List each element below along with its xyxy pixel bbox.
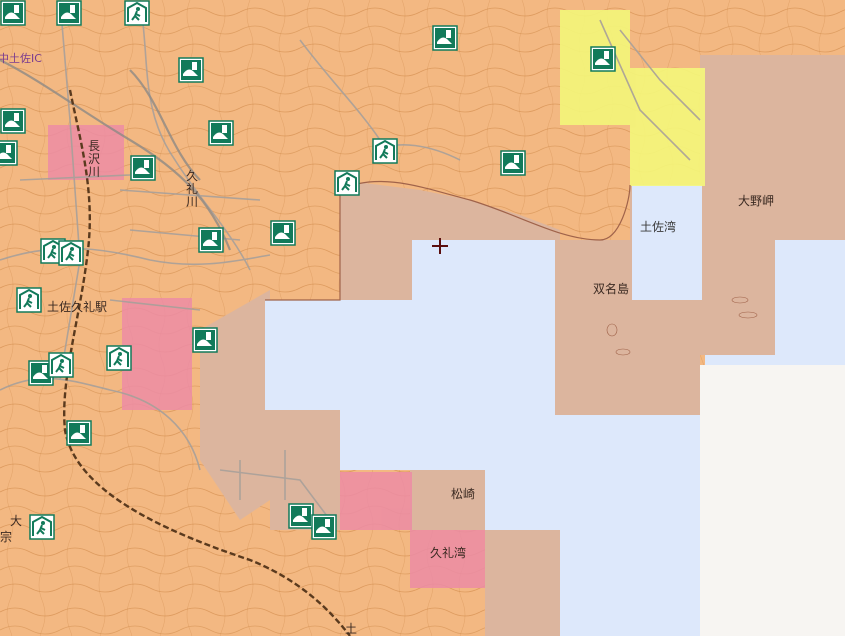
river-label-kure: 久礼川 [186, 169, 199, 209]
tsunami-evacuation-building-icon[interactable] [0, 140, 18, 166]
tsunami-evacuation-building-icon[interactable] [311, 514, 337, 540]
tsunami-evacuation-building-icon[interactable] [208, 120, 234, 146]
evacuation-shelter-icon[interactable] [106, 345, 132, 371]
place-label-matsuzaki: 松崎 [451, 487, 476, 501]
evacuation-shelter-icon[interactable] [334, 170, 360, 196]
evacuation-shelter-icon[interactable] [124, 0, 150, 26]
hazard-map[interactable]: 中土佐IC 長沢川 久礼川 土佐久礼駅 土佐湾 大野岬 双名島 松崎 久礼湾 大… [0, 0, 845, 636]
edge-label-town: 宗 [0, 530, 13, 544]
map-base-layer [0, 0, 845, 636]
evacuation-shelter-icon[interactable] [372, 138, 398, 164]
edge-label-o: 大 [10, 514, 23, 528]
bay-label-kure: 久礼湾 [430, 546, 467, 560]
cape-label-ono: 大野岬 [738, 194, 775, 208]
evacuation-shelter-icon[interactable] [29, 514, 55, 540]
crosshair-icon [431, 237, 449, 255]
tsunami-evacuation-building-icon[interactable] [432, 25, 458, 51]
tsunami-evacuation-building-icon[interactable] [56, 0, 82, 26]
tsunami-evacuation-building-icon[interactable] [178, 57, 204, 83]
tsunami-evacuation-building-icon[interactable] [500, 150, 526, 176]
tsunami-evacuation-building-icon[interactable] [0, 108, 26, 134]
ic-label: 中土佐IC [0, 52, 42, 65]
evacuation-shelter-icon[interactable] [16, 287, 42, 313]
tsunami-evacuation-building-icon[interactable] [590, 46, 616, 72]
tsunami-evacuation-building-icon[interactable] [192, 327, 218, 353]
tsunami-evacuation-building-icon[interactable] [198, 227, 224, 253]
tsunami-evacuation-building-icon[interactable] [130, 155, 156, 181]
evacuation-shelter-icon[interactable] [48, 352, 74, 378]
river-label-nagasawa: 長沢川 [88, 139, 101, 179]
edge-label-tsuchi: 土 [345, 622, 358, 636]
no-data-area [700, 365, 845, 636]
tsunami-evacuation-building-icon[interactable] [0, 0, 26, 26]
evacuation-shelter-icon[interactable] [58, 240, 84, 266]
bay-label-tosa: 土佐湾 [640, 220, 677, 234]
tsunami-evacuation-building-icon[interactable] [270, 220, 296, 246]
station-label: 土佐久礼駅 [47, 300, 108, 314]
island-label-futana: 双名島 [593, 282, 630, 296]
tsunami-evacuation-building-icon[interactable] [66, 420, 92, 446]
